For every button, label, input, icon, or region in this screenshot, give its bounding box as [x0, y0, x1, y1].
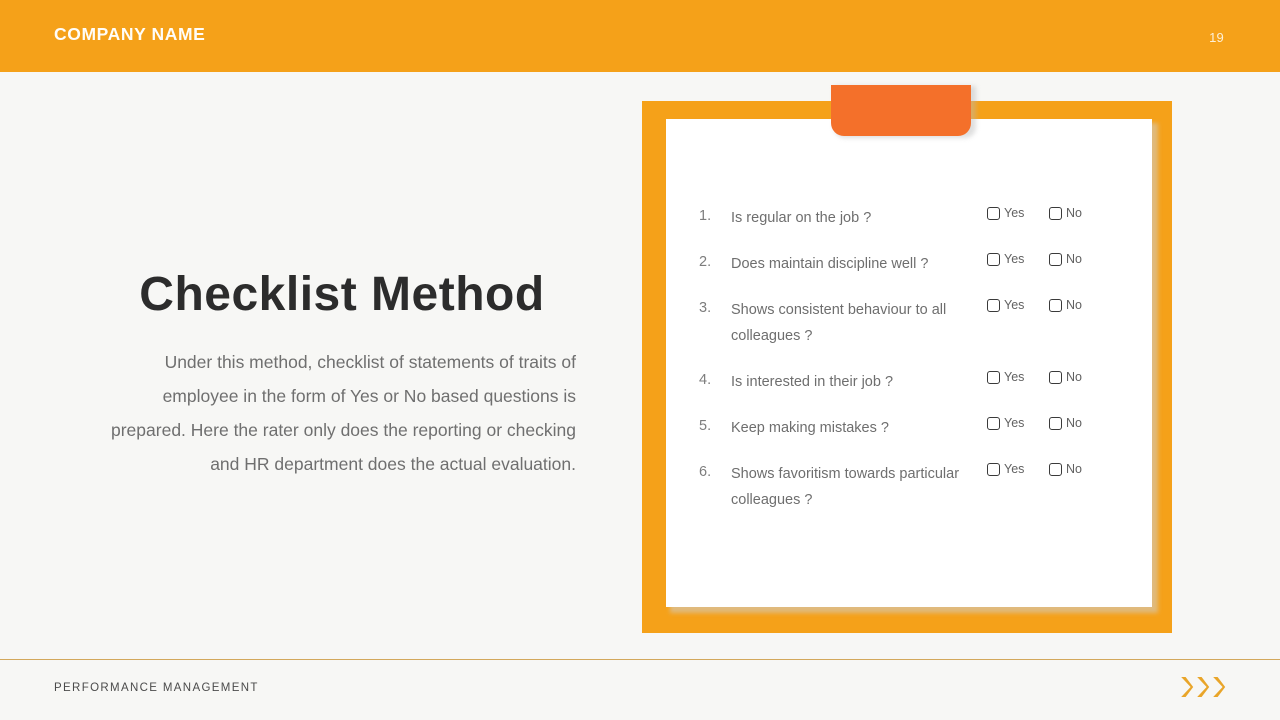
checkbox-yes-icon[interactable]: [987, 463, 1000, 476]
checklist-row: 6. Shows favoritism towards particular co…: [699, 461, 1119, 513]
checkbox-label-yes: Yes: [1004, 416, 1025, 430]
checkbox-label-yes: Yes: [1004, 252, 1025, 266]
checkbox-no-icon[interactable]: [1049, 207, 1062, 220]
checkbox-no-icon[interactable]: [1049, 463, 1062, 476]
checklist-question-text: Shows consistent behaviour to all collea…: [731, 302, 947, 344]
page-number: 19: [1209, 30, 1224, 45]
checklist-row: 1. Is regular on the job ? Yes No: [699, 205, 1119, 231]
body-paragraph: Under this method, checklist of statemen…: [111, 352, 576, 474]
checkbox-option-no[interactable]: No: [1049, 371, 1082, 384]
checkbox-yes-icon[interactable]: [987, 371, 1000, 384]
checkbox-label-yes: Yes: [1004, 298, 1025, 312]
checkbox-no-icon[interactable]: [1049, 253, 1062, 266]
checkbox-option-yes[interactable]: Yes: [987, 299, 1049, 312]
checkbox-label-no: No: [1066, 370, 1082, 384]
checklist-question-text: Is regular on the job ?: [731, 210, 872, 226]
chevron-right-icon[interactable]: [1195, 675, 1210, 699]
company-name: COMPANY NAME: [54, 24, 206, 44]
checkbox-yes-icon[interactable]: [987, 299, 1000, 312]
checklist-question-text: Shows favoritism towards particular coll…: [731, 466, 960, 508]
checklist: 1. Is regular on the job ? Yes No 2. Does mai…: [699, 205, 1119, 513]
checkbox-option-yes[interactable]: Yes: [987, 371, 1049, 384]
checkbox-label-no: No: [1066, 416, 1082, 430]
checkbox-no-icon[interactable]: [1049, 299, 1062, 312]
checklist-row-number: 3.: [699, 300, 712, 316]
clipboard-illustration: 1. Is regular on the job ? Yes No 2. Does mai…: [642, 85, 1172, 633]
checklist-row: 2. Does maintain discipline well ? Yes No: [699, 251, 1119, 277]
clipboard-clip-icon: [831, 85, 971, 136]
checkbox-label-yes: Yes: [1004, 370, 1025, 384]
checkbox-option-yes[interactable]: Yes: [987, 463, 1049, 476]
checkbox-option-no[interactable]: No: [1049, 253, 1082, 266]
checkbox-yes-icon[interactable]: [987, 417, 1000, 430]
checkbox-option-yes[interactable]: Yes: [987, 207, 1049, 220]
checkbox-yes-icon[interactable]: [987, 253, 1000, 266]
checklist-row-number: 5.: [699, 418, 712, 434]
page-title: Checklist Method: [139, 268, 545, 321]
checklist-row: 3. Shows consistent behaviour to all coll…: [699, 297, 1119, 349]
chevron-right-icon[interactable]: [1179, 675, 1194, 699]
checkbox-option-no[interactable]: No: [1049, 207, 1082, 220]
checkbox-yes-icon[interactable]: [987, 207, 1000, 220]
checkbox-label-no: No: [1066, 462, 1082, 476]
checklist-question-text: Does maintain discipline well ?: [731, 256, 929, 272]
checklist-options: Yes No: [987, 251, 1082, 266]
chevron-right-icon[interactable]: [1211, 675, 1226, 699]
checkbox-label-yes: Yes: [1004, 206, 1025, 220]
checklist-row-number: 6.: [699, 464, 712, 480]
checklist-options: Yes No: [987, 297, 1082, 312]
checkbox-option-no[interactable]: No: [1049, 299, 1082, 312]
next-slide-arrows[interactable]: [1179, 675, 1226, 699]
checkbox-label-no: No: [1066, 252, 1082, 266]
footer-divider: [0, 659, 1280, 661]
checklist-options: Yes No: [987, 205, 1082, 220]
checkbox-label-no: No: [1066, 206, 1082, 220]
checkbox-option-no[interactable]: No: [1049, 417, 1082, 430]
checklist-options: Yes No: [987, 461, 1082, 476]
checklist-options: Yes No: [987, 415, 1082, 430]
checklist-options: Yes No: [987, 369, 1082, 384]
checkbox-option-no[interactable]: No: [1049, 463, 1082, 476]
checkbox-option-yes[interactable]: Yes: [987, 253, 1049, 266]
checkbox-option-yes[interactable]: Yes: [987, 417, 1049, 430]
footer-label: PERFORMANCE MANAGEMENT: [54, 682, 259, 694]
checkbox-no-icon[interactable]: [1049, 371, 1062, 384]
checklist-row-number: 4.: [699, 372, 712, 388]
checklist-question-text: Keep making mistakes ?: [731, 420, 889, 436]
checklist-row: 5. Keep making mistakes ? Yes No: [699, 415, 1119, 441]
left-content-column: Checklist Method Under this method, chec…: [108, 268, 576, 482]
checkbox-no-icon[interactable]: [1049, 417, 1062, 430]
checklist-question-text: Is interested in their job ?: [731, 374, 894, 390]
checkbox-label-no: No: [1066, 298, 1082, 312]
top-bar: COMPANY NAME 19: [0, 0, 1280, 72]
checkbox-label-yes: Yes: [1004, 462, 1025, 476]
checklist-row-number: 2.: [699, 254, 712, 270]
checklist-row-number: 1.: [699, 208, 712, 224]
checklist-row: 4. Is interested in their job ? Yes No: [699, 369, 1119, 395]
